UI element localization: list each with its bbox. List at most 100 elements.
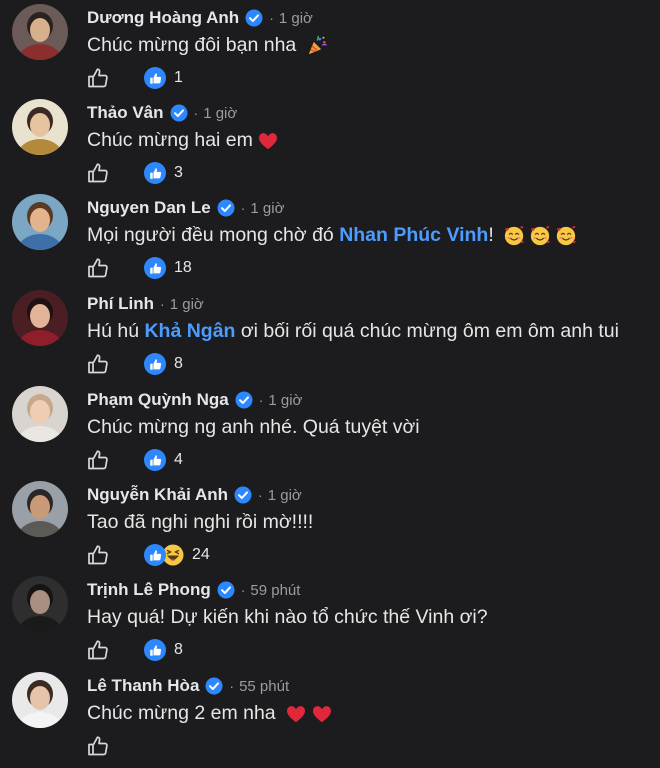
like-button[interactable] [86, 256, 110, 280]
avatar[interactable] [12, 290, 68, 346]
separator-dot: · [160, 296, 165, 312]
comment-item: Thảo Vân · 1 giờ Chúc mừng hai em 3 [0, 99, 660, 195]
avatar[interactable] [12, 386, 68, 442]
verified-badge-icon [205, 677, 223, 695]
comment-header: Nguyen Dan Le · 1 giờ [87, 196, 284, 220]
like-reaction-icon [144, 67, 166, 89]
like-button[interactable] [86, 352, 110, 376]
comment-actions: 1 [86, 66, 183, 90]
mention-link[interactable]: Nhan Phúc Vinh [339, 224, 488, 247]
comment-text-content: Mọi người đều mong chờ đó [87, 224, 340, 246]
like-reaction-icon [144, 353, 166, 375]
like-reaction-icon [144, 639, 166, 661]
comment-actions: 18 [86, 256, 192, 280]
comment-text: Mọi người đều mong chờ đó Nhan Phúc Vinh… [87, 224, 577, 247]
comment-actions: 24 [86, 543, 210, 567]
comment-text-tail: ! [488, 224, 500, 246]
mention-link[interactable]: Khả Ngân [144, 320, 235, 343]
comment-timestamp[interactable]: 1 giờ [279, 10, 313, 27]
comment-text-content: Hú hú [87, 320, 145, 342]
comment-timestamp[interactable]: 1 giờ [268, 392, 302, 409]
commenter-name[interactable]: Trịnh Lê Phong [87, 580, 211, 600]
reaction-summary[interactable]: 4 [144, 449, 183, 471]
like-button[interactable] [86, 734, 110, 758]
comment-timestamp[interactable]: 59 phút [250, 582, 300, 599]
like-button[interactable] [86, 543, 110, 567]
comment-timestamp[interactable]: 55 phút [239, 678, 289, 695]
reaction-summary[interactable]: 8 [144, 353, 183, 375]
separator-dot: · [229, 678, 235, 694]
comment-timestamp[interactable]: 1 giờ [250, 200, 284, 217]
comment-timestamp[interactable]: 1 giờ [203, 105, 237, 122]
verified-badge-icon [234, 486, 252, 504]
comment-text-content: Hay quá! Dự kiến khi nào tổ chức thế Vin… [87, 606, 488, 628]
comment-text: Tao đã nghi nghi rồi mờ!!!! [87, 511, 313, 534]
comment-header: Trịnh Lê Phong · 59 phút [87, 578, 300, 602]
like-reaction-icon [144, 257, 166, 279]
comment-item: Nguyen Dan Le · 1 giờ Mọi người đều mong ch… [0, 194, 660, 290]
comment-text: Hay quá! Dự kiến khi nào tổ chức thế Vin… [87, 606, 488, 629]
reaction-summary[interactable]: 8 [144, 639, 183, 661]
comment-header: Phí Linh · 1 giờ [87, 292, 204, 316]
like-button[interactable] [86, 161, 110, 185]
comment-actions: 8 [86, 352, 183, 376]
comment-text-content: Chúc mừng ng anh nhé. Quá tuyệt vời [87, 416, 420, 438]
avatar[interactable] [12, 99, 68, 155]
reaction-count: 18 [174, 259, 192, 276]
comment-item: Phạm Quỳnh Nga · 1 giờ Chúc mừng ng anh nhé… [0, 386, 660, 482]
comment-timestamp[interactable]: 1 giờ [170, 296, 204, 313]
separator-dot: · [240, 582, 246, 598]
avatar[interactable] [12, 194, 68, 250]
commenter-name[interactable]: Phí Linh [87, 294, 154, 314]
like-reaction-icon [144, 449, 166, 471]
separator-dot: · [240, 200, 246, 216]
like-reaction-icon [144, 544, 166, 566]
avatar[interactable] [12, 4, 68, 60]
comment-item: Lê Thanh Hòa · 55 phút Chúc mừng 2 em nha [0, 672, 660, 768]
smiling-face-with-hearts-icon [529, 225, 551, 247]
comment-text-tail: ơi bối rối quá chúc mừng ôm em ôm anh tu… [235, 320, 619, 342]
commenter-name[interactable]: Lê Thanh Hòa [87, 676, 199, 696]
comment-item: Dương Hoàng Anh · 1 giờ Chúc mừng đôi bạn n… [0, 4, 660, 100]
avatar[interactable] [12, 672, 68, 728]
comment-header: Thảo Vân · 1 giờ [87, 101, 237, 125]
verified-badge-icon [245, 9, 263, 27]
reaction-summary[interactable]: 18 [144, 257, 192, 279]
comment-header: Lê Thanh Hòa · 55 phút [87, 674, 289, 698]
comment-item: Trịnh Lê Phong · 59 phút Hay quá! Dự kiến k… [0, 576, 660, 672]
verified-badge-icon [235, 391, 253, 409]
reaction-count: 24 [192, 546, 210, 563]
verified-badge-icon [170, 104, 188, 122]
red-heart-icon [285, 703, 307, 725]
like-button[interactable] [86, 66, 110, 90]
comment-text: Chúc mừng hai em [87, 129, 279, 152]
reaction-count: 8 [174, 641, 183, 658]
comment-actions [86, 734, 110, 758]
avatar[interactable] [12, 576, 68, 632]
comment-text: Chúc mừng đôi bạn nha [87, 34, 328, 57]
commenter-name[interactable]: Nguyễn Khải Anh [87, 485, 228, 505]
comment-timestamp[interactable]: 1 giờ [268, 487, 302, 504]
reaction-summary[interactable]: 3 [144, 162, 183, 184]
like-button[interactable] [86, 638, 110, 662]
reaction-summary[interactable]: 24 [144, 544, 210, 566]
separator-dot: · [258, 487, 263, 503]
commenter-name[interactable]: Phạm Quỳnh Nga [87, 390, 229, 410]
reaction-summary[interactable]: 1 [144, 67, 183, 89]
red-heart-icon [311, 703, 333, 725]
comment-item: Phí Linh · 1 giờ Hú hú Khả Ngân ơi bối rối … [0, 290, 660, 386]
commenter-name[interactable]: Thảo Vân [87, 103, 164, 123]
like-button[interactable] [86, 448, 110, 472]
verified-badge-icon [217, 581, 235, 599]
comment-header: Phạm Quỳnh Nga · 1 giờ [87, 388, 302, 412]
comment-text: Chúc mừng ng anh nhé. Quá tuyệt vời [87, 416, 420, 439]
commenter-name[interactable]: Dương Hoàng Anh [87, 8, 239, 28]
red-heart-icon [257, 130, 279, 152]
comment-text-content: Chúc mừng hai em [87, 129, 253, 151]
comment-text: Chúc mừng 2 em nha [87, 702, 333, 725]
reaction-count: 1 [174, 69, 183, 86]
avatar[interactable] [12, 481, 68, 537]
comment-text-content: Chúc mừng 2 em nha [87, 702, 282, 724]
commenter-name[interactable]: Nguyen Dan Le [87, 198, 211, 218]
separator-dot: · [193, 105, 199, 121]
